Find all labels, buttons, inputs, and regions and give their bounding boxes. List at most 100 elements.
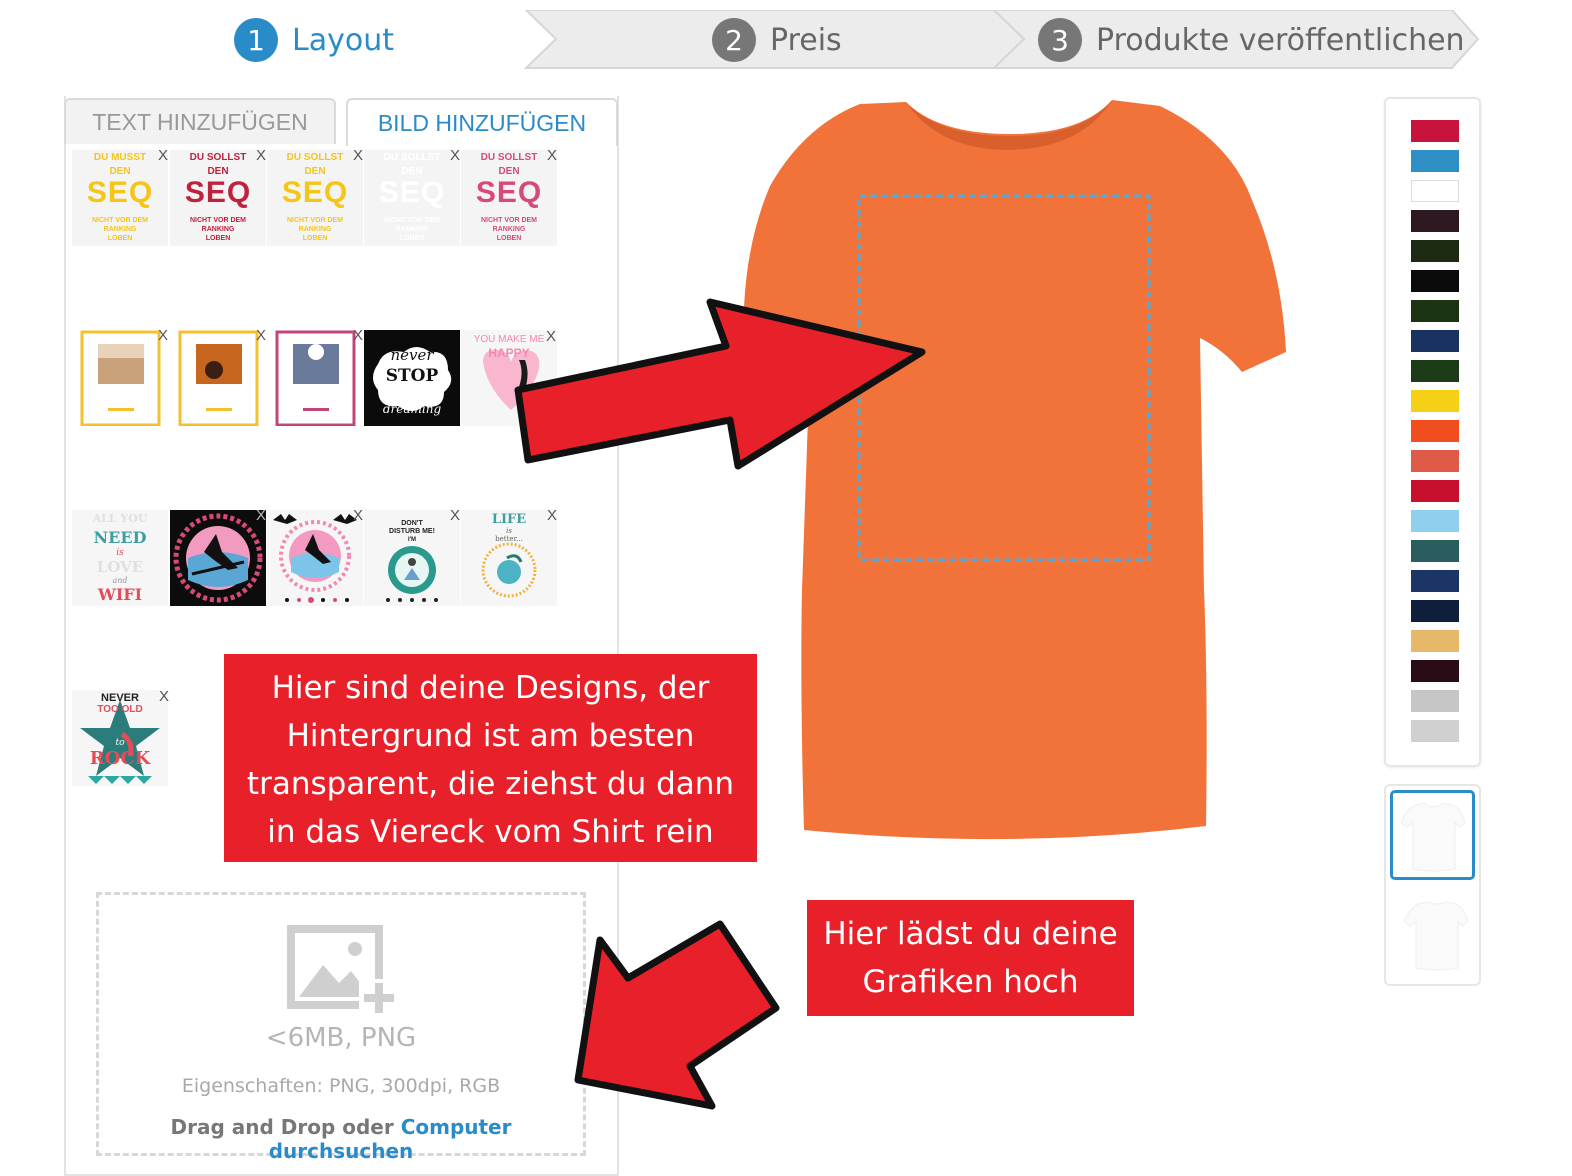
step-number: 3 [1038, 18, 1082, 62]
remove-design-button[interactable]: X [547, 510, 557, 524]
view-front-button[interactable] [1390, 790, 1475, 880]
remove-design-button[interactable]: X [546, 328, 556, 345]
design-text: DU SOLLST [286, 152, 344, 163]
color-swatch[interactable] [1411, 630, 1459, 652]
color-swatch[interactable] [1411, 510, 1459, 532]
remove-design-button[interactable]: X [353, 150, 363, 164]
drag-drop-label: Drag and Drop oder [170, 1115, 401, 1139]
color-swatch[interactable] [1411, 690, 1459, 712]
callout-line: Hier sind deine Designs, der [271, 670, 710, 706]
view-back-button[interactable] [1396, 892, 1475, 976]
design-text: DU SOLLST [189, 152, 247, 163]
design-footer: NICHT VOR DEM RANKING LOBEN [190, 217, 246, 242]
color-swatch[interactable] [1411, 270, 1459, 292]
remove-design-button[interactable]: X [256, 330, 266, 344]
design-text: SEQ [378, 176, 446, 209]
callout-line: Hintergrund ist am besten [286, 718, 695, 754]
remove-design-button[interactable]: X [353, 330, 363, 344]
color-swatch[interactable] [1411, 390, 1459, 412]
callout-line: Hier lädst du deine [823, 916, 1118, 952]
design-text: DU MUSST [93, 152, 147, 163]
design-text: ROCK [89, 748, 151, 769]
color-swatch[interactable] [1411, 240, 1459, 262]
design-thumbnail[interactable]: DU SOLLST DEN SEQ NICHT VOR DEM RANKING LO… [461, 150, 557, 246]
remove-design-button[interactable]: X [256, 150, 266, 164]
color-swatch[interactable] [1411, 540, 1459, 562]
color-swatch[interactable] [1411, 450, 1459, 472]
design-thumbnail[interactable]: ALL YOU NEED is LOVE and WIFI [72, 510, 168, 606]
design-thumbnail[interactable]: DU SOLLST DEN SEQ NICHT VOR DEM RANKING LO… [267, 150, 363, 246]
step-preis[interactable]: 2 Preis [712, 12, 842, 68]
remove-design-button[interactable]: X [547, 150, 557, 164]
step-number: 1 [234, 18, 278, 62]
photo-frame-design [178, 330, 259, 426]
designs-callout: Hier sind deine Designs, der Hintergrund… [224, 654, 757, 862]
design-text: is [116, 548, 124, 558]
photo-frame-design [275, 330, 356, 426]
remove-design-button[interactable]: X [159, 688, 169, 705]
design-thumbnail[interactable]: X [170, 330, 266, 426]
remove-design-button[interactable]: X [158, 150, 168, 164]
color-swatch[interactable] [1411, 120, 1459, 142]
tshirt-preview[interactable] [730, 90, 1290, 850]
design-thumbnail[interactable]: X [267, 510, 363, 606]
step-layout[interactable]: 1 Layout [234, 12, 394, 68]
design-text: never [390, 346, 434, 364]
step-produkte[interactable]: 3 Produkte veröffentlichen [1038, 12, 1465, 68]
design-thumbnail[interactable]: X [170, 510, 266, 606]
remove-design-button[interactable]: X [450, 510, 460, 524]
color-swatch[interactable] [1411, 360, 1459, 382]
photo-frame-design [80, 330, 161, 426]
color-swatch[interactable] [1411, 420, 1459, 442]
color-swatch[interactable] [1411, 150, 1459, 172]
witch-design [173, 513, 263, 603]
meditation-design [386, 546, 438, 602]
remove-design-button[interactable]: X [158, 330, 168, 344]
upload-dropzone[interactable]: <6MB, PNG Eigenschaften: PNG, 300dpi, RG… [96, 892, 586, 1163]
design-thumbnail[interactable]: LIFE is better... X [461, 510, 557, 606]
tab-add-text[interactable]: TEXT HINZUFÜGEN [64, 98, 336, 144]
design-thumbnail[interactable]: never STOP dreaming [364, 330, 460, 426]
color-swatch[interactable] [1411, 480, 1459, 502]
design-thumbnail[interactable]: YOU MAKE ME HAPPY [461, 330, 557, 426]
color-swatch[interactable] [1411, 600, 1459, 622]
design-thumbnail[interactable]: NEVER TOO OLD to ROCK [72, 690, 168, 786]
remove-design-button[interactable]: X [450, 150, 460, 164]
beach-design [481, 542, 537, 598]
design-text: HAPPY [488, 346, 530, 360]
color-swatch[interactable] [1411, 570, 1459, 592]
remove-design-button[interactable]: X [256, 510, 266, 524]
drag-drop-text: Drag and Drop oder Computer durchsuchen [99, 1115, 583, 1163]
tshirt-body [743, 100, 1286, 840]
design-thumbnail[interactable]: X [72, 330, 168, 426]
design-text: STOP [385, 366, 439, 386]
color-swatch[interactable] [1411, 210, 1459, 232]
design-text: LOVE [96, 558, 144, 576]
color-swatch[interactable] [1411, 300, 1459, 322]
callout-line: Grafiken hoch [862, 964, 1079, 1000]
design-thumbnail[interactable]: X [267, 330, 363, 426]
callout-line: in das Viereck vom Shirt rein [267, 814, 714, 850]
design-text: TOO OLD [97, 704, 143, 715]
design-footer: NICHT VOR DEM RANKING LOBEN [92, 217, 148, 242]
design-text: to [115, 738, 125, 748]
progress-stepper: 1 Layout 2 Preis 3 Produkte veröffentlic… [0, 0, 1572, 80]
color-swatch[interactable] [1411, 720, 1459, 742]
color-swatch[interactable] [1411, 660, 1459, 682]
design-text: WIFI [97, 585, 143, 604]
design-text: SEQ [184, 176, 252, 209]
remove-design-button[interactable]: X [353, 510, 363, 524]
add-image-icon [287, 925, 399, 1017]
design-text: dreaming [382, 402, 442, 416]
color-swatch[interactable] [1411, 180, 1459, 202]
design-thumbnail[interactable]: DU SOLLST DEN SEQ NICHT VOR DEM RANKING LO… [364, 150, 460, 246]
design-footer: NICHT VOR DEM RANKING LOBEN [384, 217, 440, 242]
upload-properties: Eigenschaften: PNG, 300dpi, RGB [181, 1075, 501, 1097]
color-swatch[interactable] [1411, 330, 1459, 352]
design-thumbnail[interactable]: DON'T DISTURB ME! I'M X [364, 510, 460, 606]
design-text: and [112, 576, 128, 585]
design-footer: NICHT VOR DEM RANKING LOBEN [287, 217, 343, 242]
design-thumbnail[interactable]: DU SOLLST DEN SEQ NICHT VOR DEM RANKING LO… [170, 150, 266, 246]
design-thumbnail[interactable]: DU MUSST DEN SEQ NICHT VOR DEM RANKING LOB… [72, 150, 168, 246]
tab-add-image[interactable]: BILD HINZUFÜGEN [346, 98, 618, 146]
